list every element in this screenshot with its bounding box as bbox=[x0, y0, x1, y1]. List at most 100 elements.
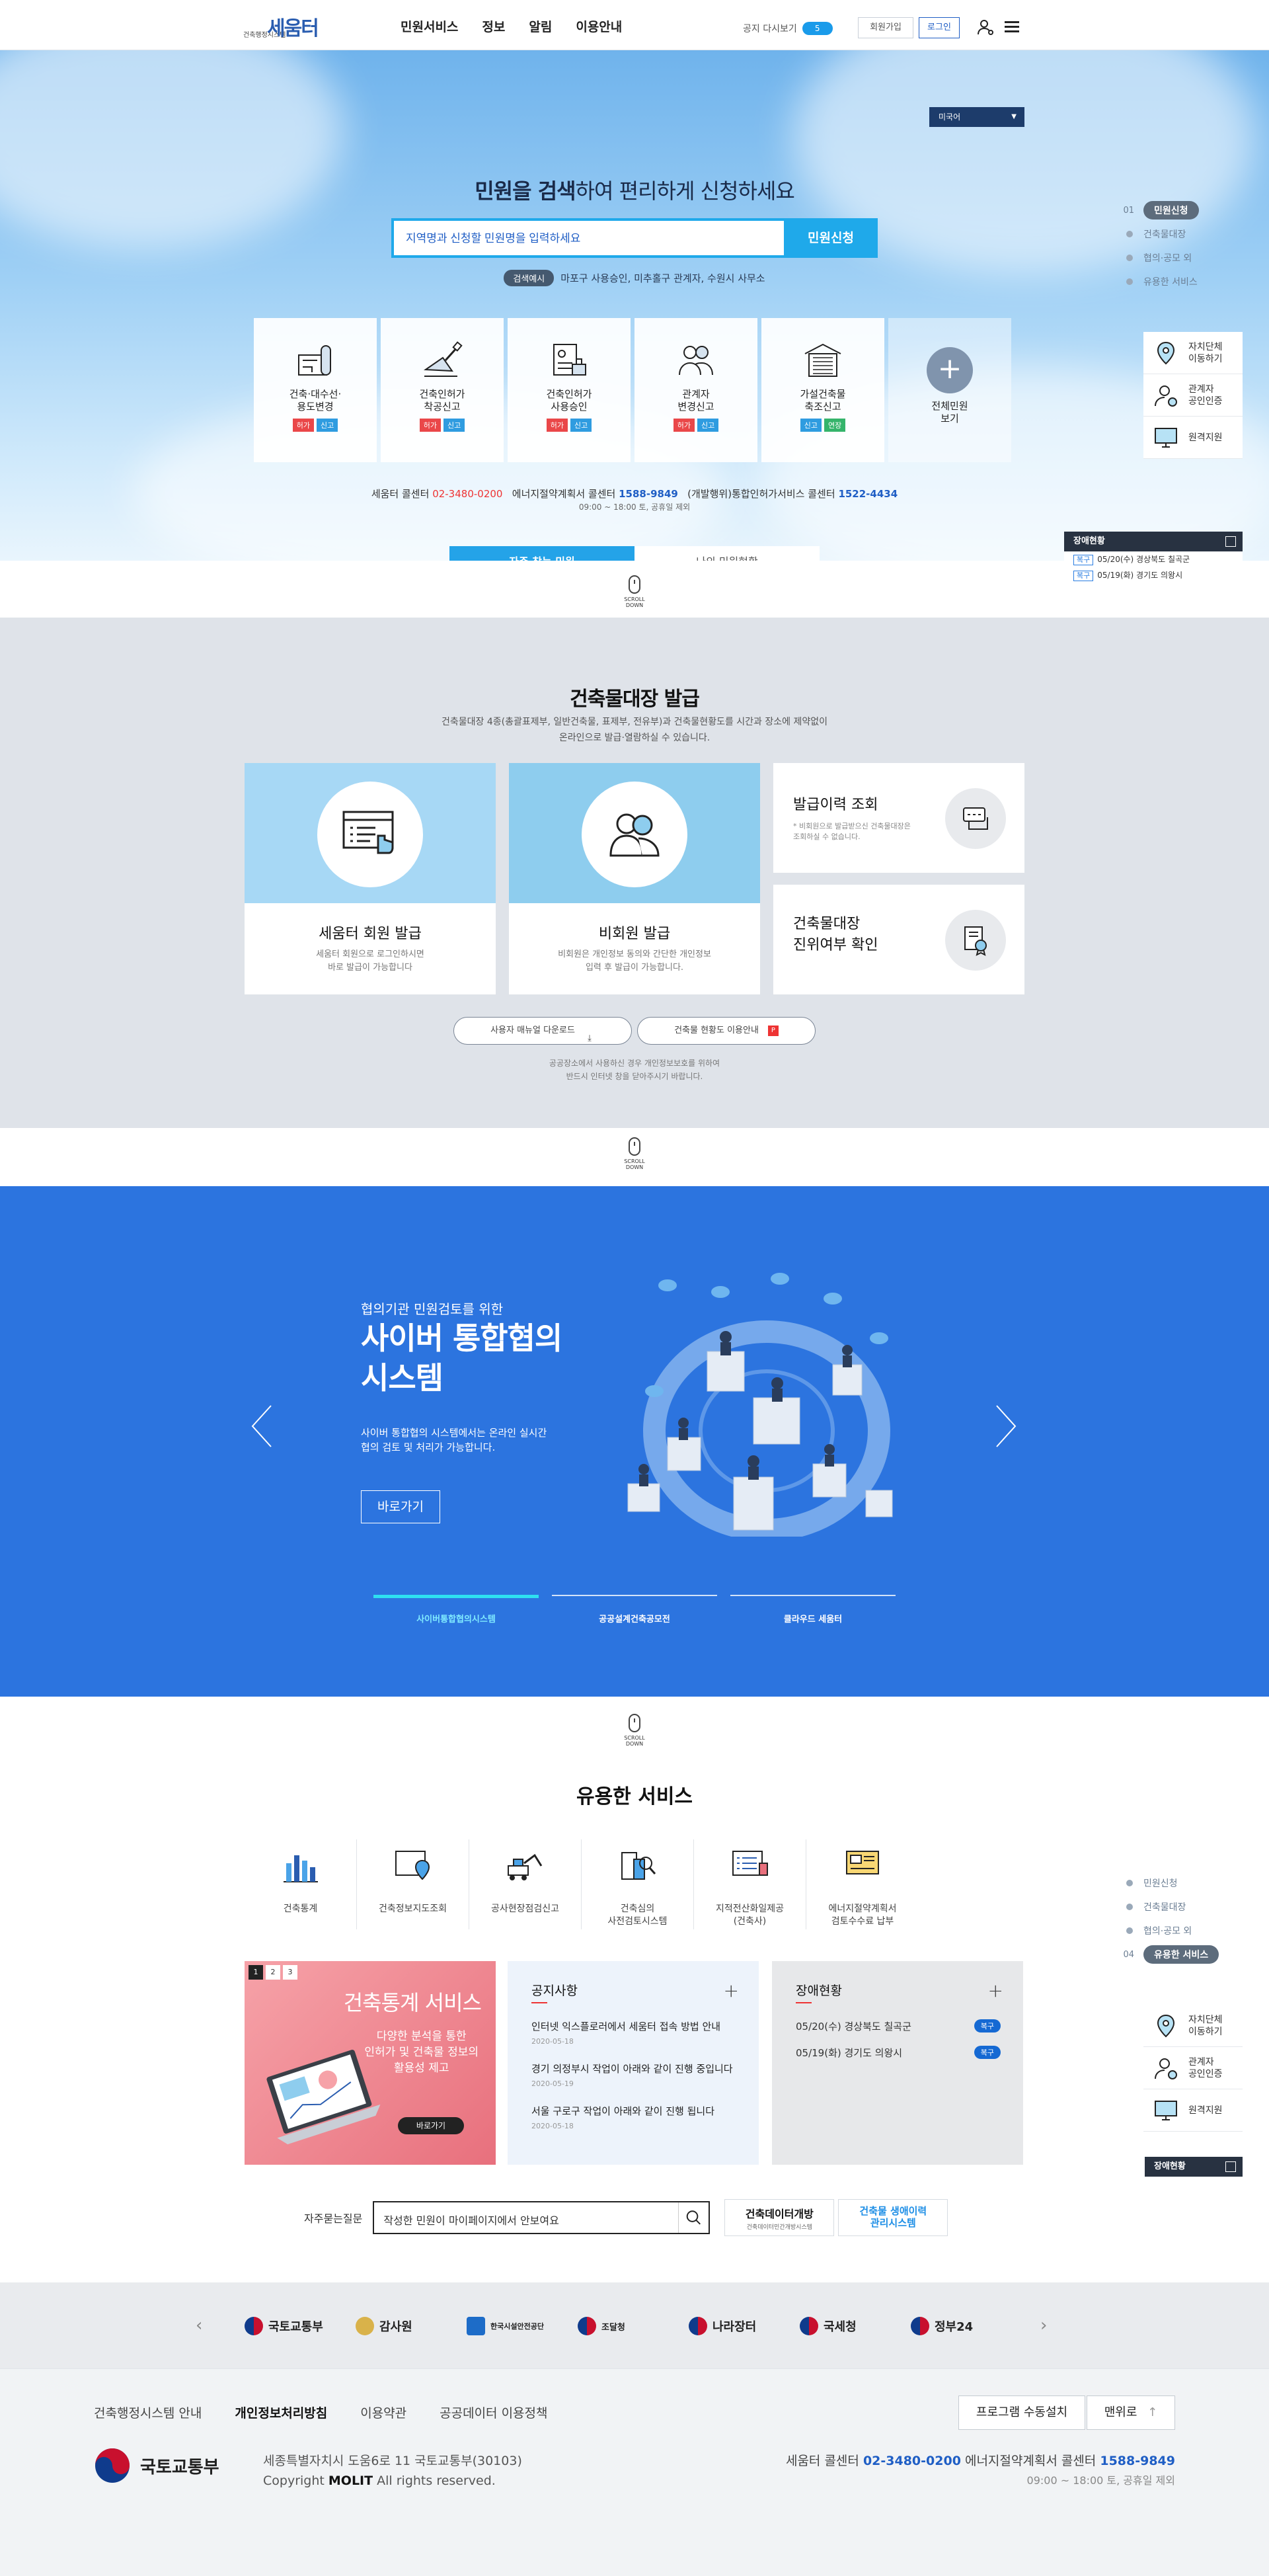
service-card-building-permit[interactable]: 건축·대수선· 용도변경 허가 신고 bbox=[254, 318, 377, 462]
nav-civil-service[interactable]: 민원서비스 bbox=[401, 17, 458, 35]
collapse-icon[interactable] bbox=[1225, 2161, 1236, 2172]
nav-info[interactable]: 정보 bbox=[482, 17, 505, 35]
user-settings-icon[interactable] bbox=[977, 19, 994, 36]
promo-page-3[interactable]: 3 bbox=[283, 1965, 297, 1980]
civil-apply-button[interactable]: 민원신청 bbox=[784, 218, 878, 258]
notice-item[interactable]: 인터넷 익스플로러에서 세움터 접속 방법 안내 2020-05-18 bbox=[531, 2019, 736, 2046]
promo-page-1[interactable]: 1 bbox=[249, 1965, 263, 1980]
family-site-gov24[interactable]: 정부24 bbox=[911, 2312, 1001, 2341]
family-site-kalis[interactable]: 한국시설안전공단 bbox=[467, 2312, 557, 2341]
tab-frequent-civil[interactable]: 자주 찾는 민원 bbox=[449, 546, 634, 561]
fault-item[interactable]: 05/19(화) 경기도 의왕시 복구 bbox=[796, 2046, 1001, 2060]
quick-link-local-gov[interactable]: 자치단체 이동하기 bbox=[1143, 332, 1243, 374]
useful-item-site-inspection[interactable]: 공사현장점검신고 bbox=[469, 1839, 582, 1929]
permit-badge[interactable]: 허가 bbox=[419, 419, 441, 432]
report-badge[interactable]: 신고 bbox=[570, 419, 592, 432]
report-badge[interactable]: 신고 bbox=[317, 419, 338, 432]
menu-hamburger-icon[interactable] bbox=[1005, 21, 1019, 33]
footer-link-privacy[interactable]: 개인정보처리방침 bbox=[235, 2403, 327, 2421]
manual-download-button[interactable]: 사용자 매뉴얼 다운로드 ⤓ bbox=[453, 1017, 632, 1045]
search-icon[interactable] bbox=[678, 2202, 709, 2233]
family-site-molit[interactable]: 국토교통부 bbox=[245, 2312, 334, 2341]
footer-link-about[interactable]: 건축행정시스템 안내 bbox=[94, 2403, 202, 2421]
quick-link-certificate[interactable]: 관계자 공인인증 bbox=[1143, 2047, 1243, 2089]
service-card-temporary-building[interactable]: 가설건축물 축조신고 신고 연장 bbox=[761, 318, 884, 462]
lifecycle-banner[interactable]: 건축물 생애이력 관리시스템 bbox=[838, 2199, 948, 2236]
nav-notice[interactable]: 알림 bbox=[529, 17, 552, 35]
service-card-view-all[interactable]: + 전체민원 보기 bbox=[888, 318, 1011, 462]
family-site-nts[interactable]: 국세청 bbox=[800, 2312, 890, 2341]
language-select[interactable]: 미국어 ▼ bbox=[929, 107, 1024, 127]
promo-page-2[interactable]: 2 bbox=[266, 1965, 280, 1980]
notice-replay-toggle[interactable]: 공지 다시보기 5 bbox=[743, 22, 833, 35]
fault-more-plus-icon[interactable]: + bbox=[988, 1980, 1003, 2001]
fault-status-header[interactable]: 장애현황 bbox=[1145, 2157, 1243, 2177]
join-button[interactable]: 회원가입 bbox=[858, 17, 913, 38]
chevron-right-icon[interactable] bbox=[993, 1403, 1019, 1449]
nav-guide[interactable]: 이용안내 bbox=[576, 17, 622, 35]
scroll-down-indicator[interactable]: SCROLL DOWN bbox=[615, 1137, 654, 1170]
register-authenticity-card[interactable]: 건축물대장 진위여부 확인 bbox=[773, 885, 1024, 994]
seumteo-logo[interactable]: 건축행정시스템 세움터 bbox=[243, 12, 336, 41]
tab-my-civil-status[interactable]: 나의 민원현황 bbox=[634, 546, 820, 561]
footer-link-terms[interactable]: 이용약관 bbox=[360, 2403, 406, 2421]
fault-status-header[interactable]: 장애현황 bbox=[1064, 532, 1243, 551]
tab-cloud-seumteo[interactable]: 클라우드 세움터 bbox=[730, 1595, 896, 1625]
chevron-right-icon[interactable]: › bbox=[1040, 2315, 1047, 2335]
external-link-icon[interactable] bbox=[1225, 536, 1236, 547]
promo-go-button[interactable]: 바로가기 bbox=[398, 2117, 464, 2134]
permit-badge[interactable]: 허가 bbox=[673, 419, 695, 432]
quick-step-useful[interactable]: 04 유용한 서비스 bbox=[1097, 1943, 1219, 1966]
open-data-banner[interactable]: 건축데이터개방 건축데이터민간개방시스템 bbox=[724, 2199, 835, 2236]
back-to-top-button[interactable]: 맨위로 ↑ bbox=[1087, 2395, 1175, 2430]
tab-cyber-consult[interactable]: 사이버통합협의시스템 bbox=[373, 1595, 539, 1625]
permit-badge[interactable]: 허가 bbox=[546, 419, 568, 432]
report-badge[interactable]: 신고 bbox=[443, 419, 465, 432]
family-site-bai[interactable]: 감사원 bbox=[356, 2312, 445, 2341]
scroll-down-indicator[interactable]: SCROLL DOWN bbox=[615, 1714, 654, 1747]
issue-history-card[interactable]: 발급이력 조회 * 비회원으로 발급받으신 건축물대장은 조회하실 수 없습니다. bbox=[773, 763, 1024, 873]
service-card-use-approval[interactable]: 건축인허가 사용승인 허가 신고 bbox=[508, 318, 631, 462]
footer-link-open-data-policy[interactable]: 공공데이터 이용정책 bbox=[440, 2403, 547, 2421]
quick-step-useful[interactable]: 유용한 서비스 bbox=[1097, 270, 1199, 294]
service-card-construction-start[interactable]: 건축인허가 착공신고 허가 신고 bbox=[381, 318, 504, 462]
chevron-left-icon[interactable]: ‹ bbox=[196, 2315, 202, 2335]
quick-link-local-gov[interactable]: 자치단체 이동하기 bbox=[1143, 2005, 1243, 2047]
family-site-pps[interactable]: 조달청 bbox=[578, 2312, 668, 2341]
member-issue-card[interactable]: 세움터 회원 발급 세움터 회원으로 로그인하시면 바로 발급이 가능합니다 bbox=[245, 763, 496, 994]
useful-item-cadastral-file[interactable]: 지적전산화일제공 (건축사) bbox=[694, 1839, 806, 1929]
quick-link-remote-support[interactable]: 원격지원 bbox=[1143, 2089, 1243, 2132]
notice-item[interactable]: 경기 의정부시 작업이 아래와 같이 진행 중입니다 2020-05-19 bbox=[531, 2062, 736, 2088]
search-example-text[interactable]: 마포구 사용승인, 미추홀구 관계자, 수원시 사무소 bbox=[560, 272, 765, 284]
useful-item-energy-fee[interactable]: 에너지절약계획서 검토수수료 납부 bbox=[806, 1839, 919, 1929]
scroll-down-indicator[interactable]: SCROLL DOWN bbox=[615, 575, 654, 608]
login-button[interactable]: 로그인 bbox=[919, 17, 960, 38]
status-drawing-guide-button[interactable]: 건축물 현황도 이용안내 P bbox=[637, 1017, 816, 1045]
quick-link-remote-support[interactable]: 원격지원 bbox=[1143, 417, 1243, 459]
cyber-go-button[interactable]: 바로가기 bbox=[361, 1490, 440, 1523]
civil-search-input[interactable] bbox=[406, 229, 776, 249]
extend-badge[interactable]: 연장 bbox=[824, 419, 846, 432]
manual-install-button[interactable]: 프로그램 수동설치 bbox=[958, 2395, 1085, 2430]
fault-status-item[interactable]: 복구 05/19(화) 경기도 의왕시 bbox=[1064, 567, 1243, 583]
faq-search-input[interactable]: 작성한 민원이 마이페이지에서 안보여요 bbox=[373, 2201, 711, 2234]
notice-item[interactable]: 서울 구로구 작업이 아래와 같이 진행 됩니다 2020-05-18 bbox=[531, 2104, 736, 2130]
fault-item[interactable]: 05/20(수) 경상북도 칠곡군 복구 bbox=[796, 2019, 1001, 2033]
quick-step-register[interactable]: 건축물대장 bbox=[1097, 222, 1199, 246]
fault-status-item[interactable]: 복구 05/20(수) 경상북도 칠곡군 bbox=[1064, 551, 1243, 567]
notice-more-plus-icon[interactable]: + bbox=[724, 1980, 739, 2001]
useful-item-info-map[interactable]: 건축정보지도조회 bbox=[357, 1839, 469, 1929]
quick-link-certificate[interactable]: 관계자 공인인증 bbox=[1143, 374, 1243, 417]
chevron-left-icon[interactable] bbox=[249, 1403, 275, 1449]
fault-status-collapsed[interactable]: 장애현황 bbox=[1145, 2157, 1243, 2177]
useful-item-statistics[interactable]: 건축통계 bbox=[245, 1839, 357, 1929]
guest-issue-card[interactable]: 비회원 발급 비회원은 개인정보 동의와 간단한 개인정보 입력 후 발급이 가능… bbox=[509, 763, 760, 994]
quick-step-consult[interactable]: 협의·공모 외 bbox=[1097, 246, 1199, 270]
quick-step-civil[interactable]: 01 민원신청 bbox=[1097, 198, 1199, 222]
tab-public-design[interactable]: 공공설계건축공모전 bbox=[552, 1595, 717, 1625]
useful-item-review-system[interactable]: 건축심의 사전검토시스템 bbox=[582, 1839, 694, 1929]
family-site-koneps[interactable]: 나라장터 bbox=[689, 2312, 779, 2341]
quick-step-civil[interactable]: 민원신청 bbox=[1097, 1871, 1219, 1895]
service-card-stakeholder-change[interactable]: 관계자 변경신고 허가 신고 bbox=[634, 318, 757, 462]
quick-step-register[interactable]: 건축물대장 bbox=[1097, 1895, 1219, 1919]
